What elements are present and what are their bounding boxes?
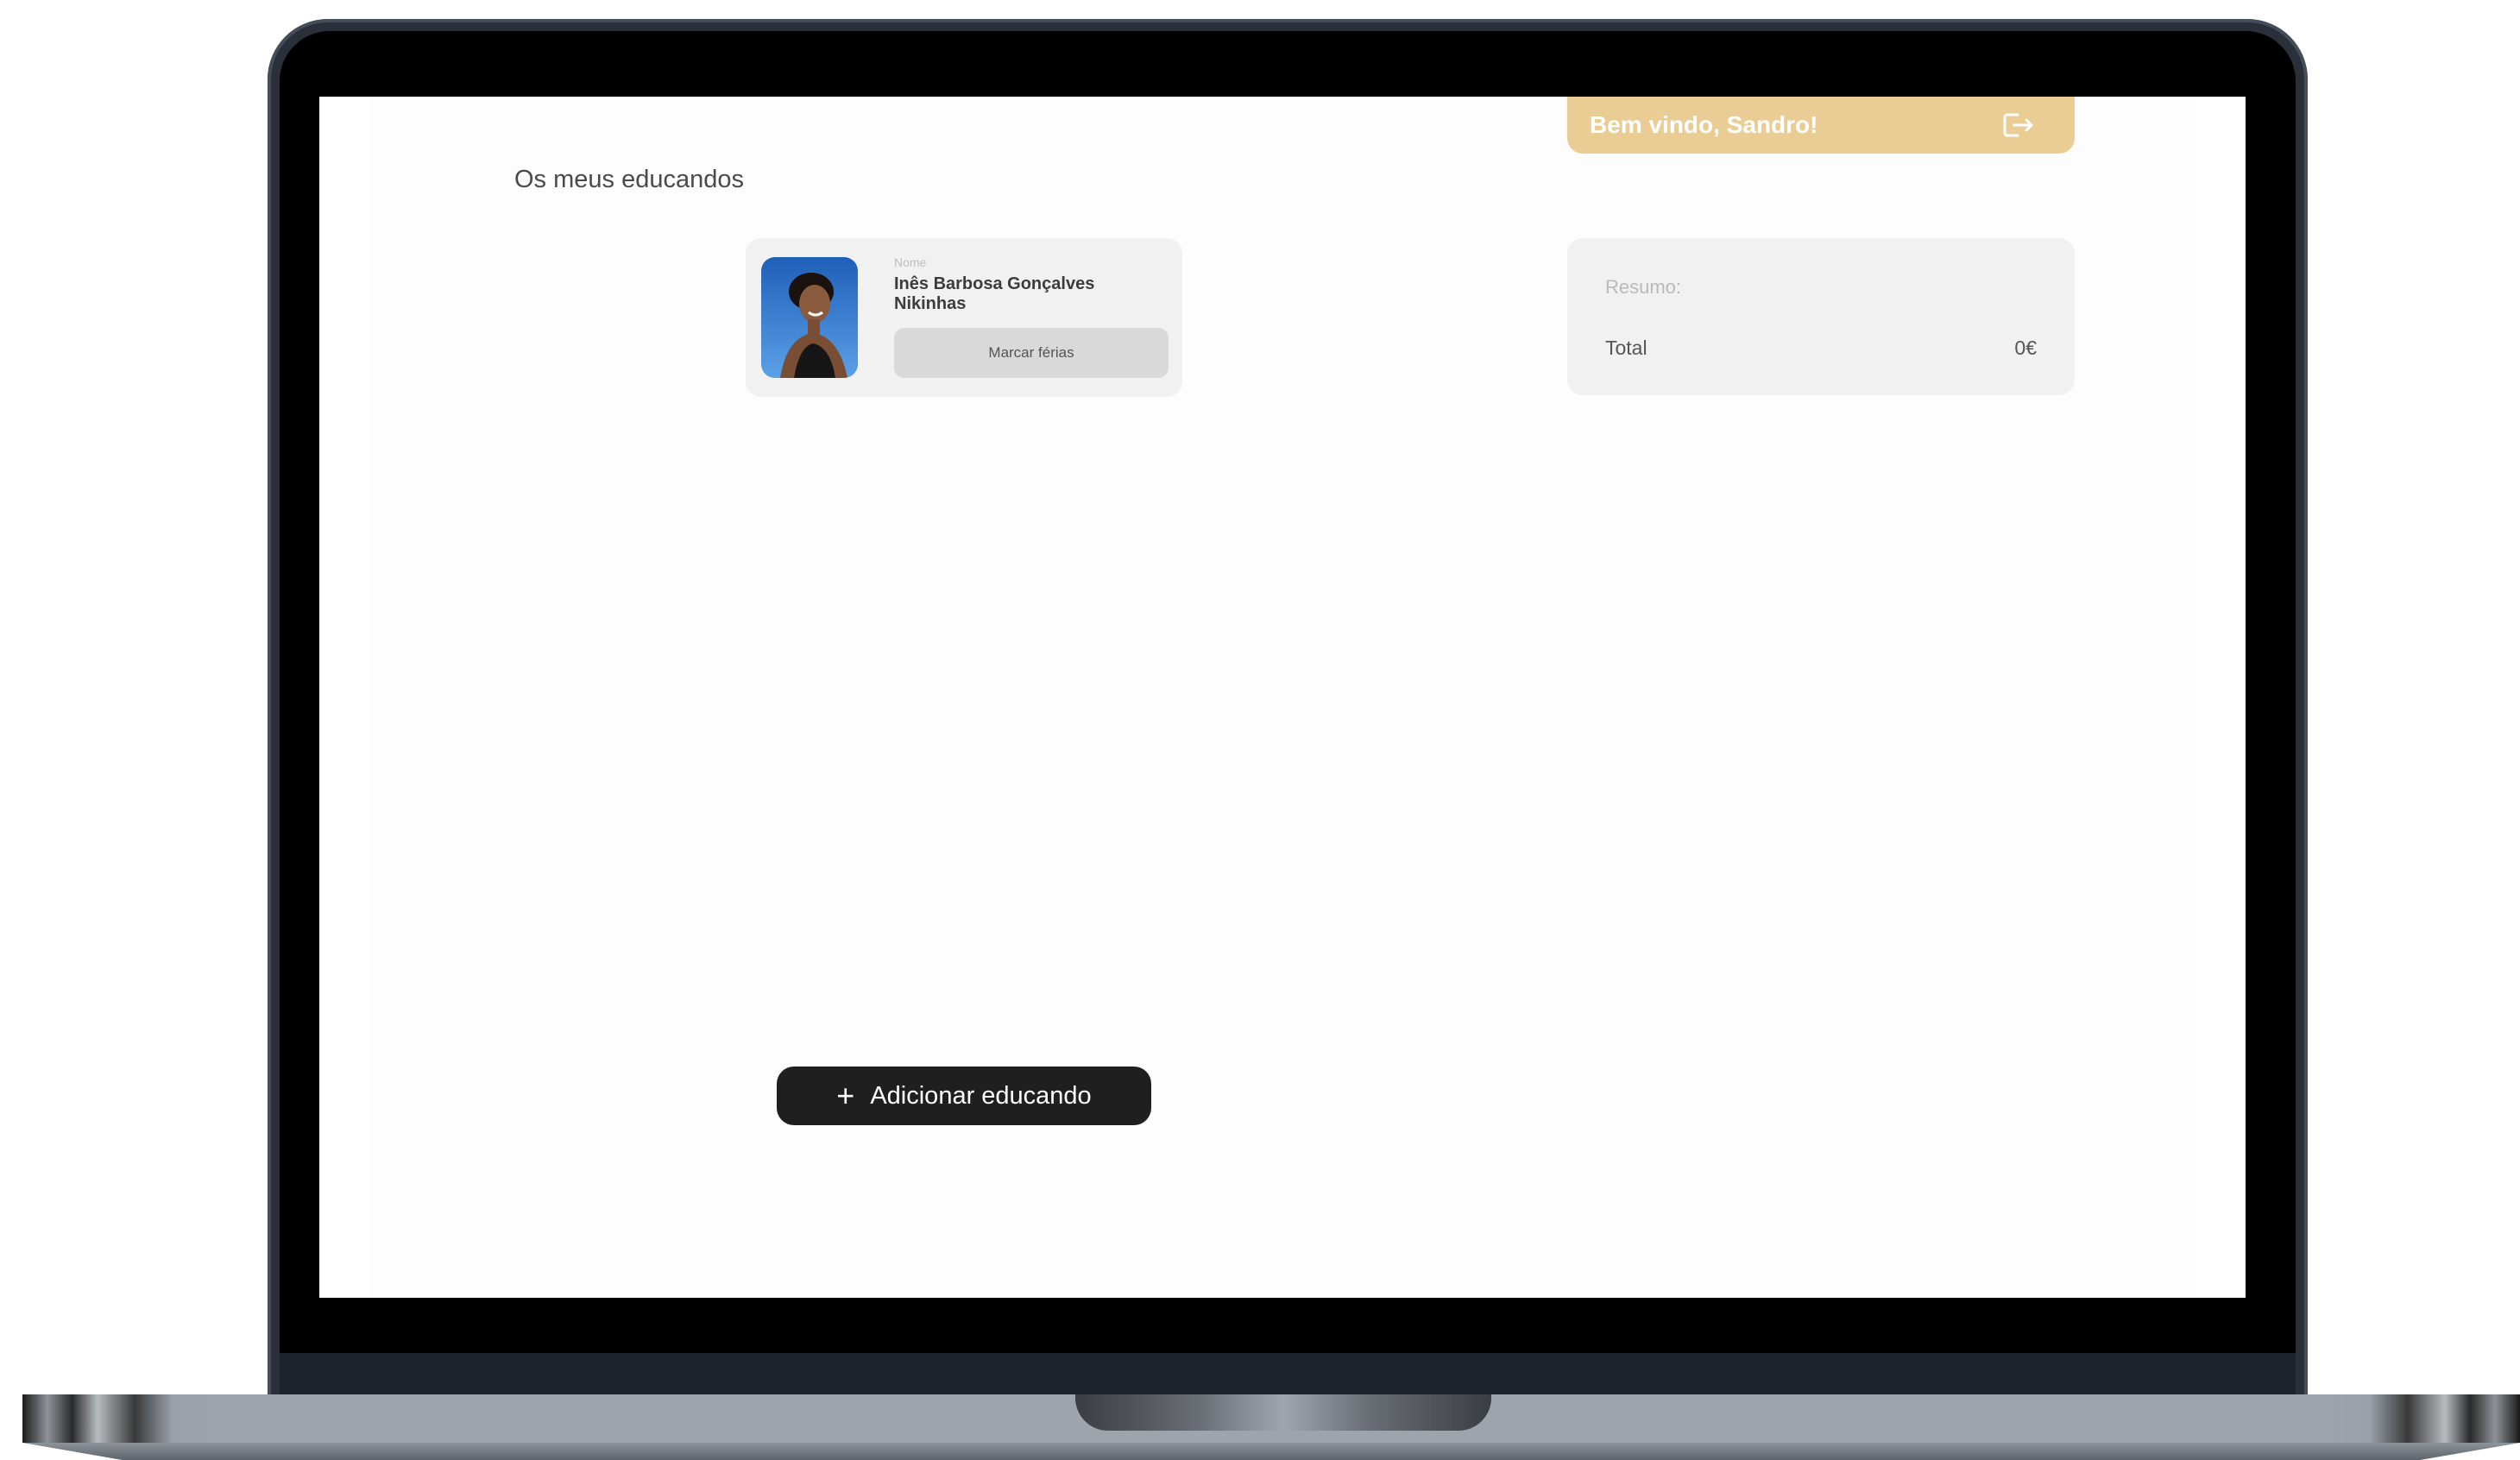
add-student-button[interactable]: + Adicionar educando bbox=[777, 1067, 1151, 1125]
student-photo-icon bbox=[761, 257, 858, 378]
laptop-base-lip bbox=[22, 1443, 2520, 1460]
laptop-notch bbox=[1075, 1394, 1491, 1431]
app-screen: Bem vindo, Sandro! Os meus educandos Nom… bbox=[319, 97, 2246, 1298]
mark-vacation-button[interactable]: Marcar férias bbox=[894, 328, 1169, 378]
welcome-banner: Bem vindo, Sandro! bbox=[1567, 97, 2075, 154]
welcome-text: Bem vindo, Sandro! bbox=[1590, 111, 1818, 138]
laptop-chin bbox=[280, 1353, 2296, 1394]
logout-icon[interactable] bbox=[2002, 111, 2037, 139]
total-label: Total bbox=[1605, 337, 1647, 359]
plus-icon: + bbox=[836, 1078, 855, 1113]
total-value: 0€ bbox=[2014, 337, 2037, 359]
student-name: Inês Barbosa Gonçalves Nikinhas bbox=[894, 274, 1095, 313]
student-card: Nome Inês Barbosa Gonçalves Nikinhas Mar… bbox=[746, 238, 1182, 397]
page-title: Os meus educandos bbox=[514, 166, 744, 193]
summary-card: Resumo: Total 0€ bbox=[1567, 238, 2075, 395]
name-field-label: Nome bbox=[894, 255, 927, 269]
add-student-label: Adicionar educando bbox=[870, 1081, 1092, 1110]
student-avatar bbox=[761, 257, 858, 378]
summary-title: Resumo: bbox=[1605, 276, 1682, 298]
